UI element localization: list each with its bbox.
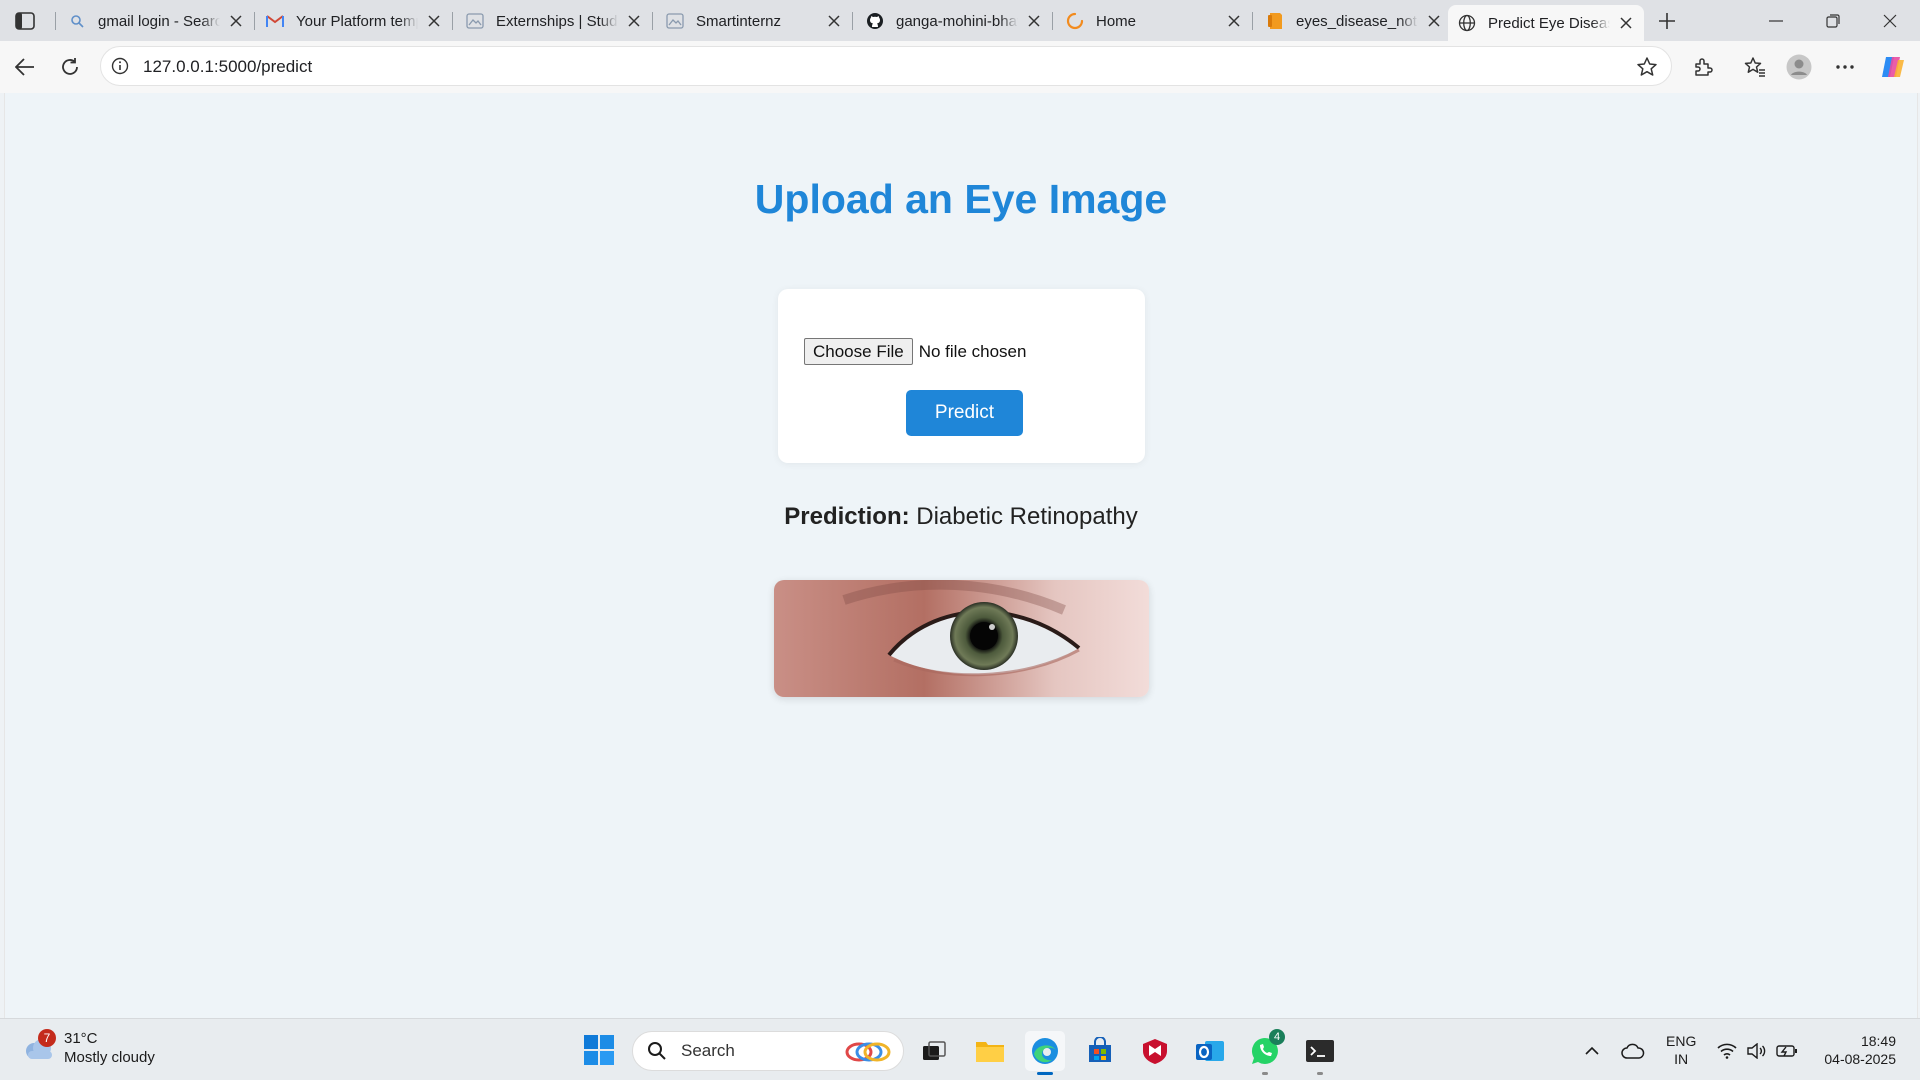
search-placeholder: Search bbox=[681, 1041, 735, 1060]
whatsapp-icon[interactable]: 4 bbox=[1245, 1029, 1285, 1075]
onedrive-cloud-icon[interactable] bbox=[1618, 1031, 1648, 1071]
close-window-button[interactable] bbox=[1862, 0, 1918, 41]
clock-date: 04-08-2025 bbox=[1824, 1051, 1896, 1067]
prediction-label: Prediction: bbox=[784, 503, 910, 530]
taskbar-search[interactable]: Search bbox=[632, 1031, 904, 1071]
profile-avatar[interactable] bbox=[1782, 50, 1816, 84]
upload-form: Choose File No file chosen Predict bbox=[778, 289, 1145, 463]
close-icon[interactable] bbox=[1024, 11, 1044, 31]
close-icon[interactable] bbox=[824, 11, 844, 31]
language-indicator[interactable]: ENG IN bbox=[1666, 1032, 1696, 1068]
temperature: 31°C bbox=[64, 1030, 98, 1047]
start-button[interactable] bbox=[582, 1033, 616, 1067]
battery-charging-icon[interactable] bbox=[1774, 1031, 1800, 1071]
close-icon[interactable] bbox=[424, 11, 444, 31]
refresh-button[interactable] bbox=[53, 50, 87, 84]
extensions-icon[interactable] bbox=[1686, 50, 1720, 84]
taskbar: 7 31°C Mostly cloudy Search 4 ENG IN 18:… bbox=[0, 1018, 1920, 1080]
search-highlight-icon bbox=[843, 1040, 893, 1064]
weather-alert-badge: 7 bbox=[38, 1029, 56, 1047]
site-info-icon[interactable] bbox=[110, 56, 130, 76]
back-button[interactable] bbox=[8, 50, 42, 84]
tab-title: Home bbox=[1096, 12, 1137, 30]
favorite-star-icon[interactable] bbox=[1635, 55, 1659, 79]
weather-widget[interactable]: 7 31°C Mostly cloudy bbox=[20, 1029, 155, 1067]
tab-title: Your Platform template bbox=[296, 12, 418, 30]
tab-platform-template[interactable]: Your Platform template bbox=[256, 5, 452, 37]
tab-title: Predict Eye Disease bbox=[1488, 14, 1610, 32]
tab-externships[interactable]: Externships | Student bbox=[456, 5, 652, 37]
url-text[interactable]: 127.0.0.1:5000/predict bbox=[143, 57, 312, 77]
microsoft-store-icon[interactable] bbox=[1080, 1031, 1120, 1071]
outlook-icon[interactable] bbox=[1190, 1031, 1230, 1071]
tab-predict-eye-disease[interactable]: Predict Eye Disease bbox=[1448, 5, 1644, 41]
whatsapp-badge: 4 bbox=[1269, 1029, 1285, 1045]
favorites-icon[interactable] bbox=[1738, 50, 1772, 84]
mcafee-icon[interactable] bbox=[1135, 1031, 1175, 1071]
image-placeholder-icon bbox=[466, 12, 484, 30]
browser-toolbar: 127.0.0.1:5000/predict bbox=[0, 41, 1920, 93]
image-placeholder-icon bbox=[666, 12, 684, 30]
more-options-icon[interactable] bbox=[1828, 50, 1862, 84]
edge-browser-icon[interactable] bbox=[1025, 1031, 1065, 1075]
tab-gmail-search[interactable]: gmail login - Search bbox=[58, 5, 254, 37]
search-icon bbox=[68, 12, 86, 30]
file-explorer-icon[interactable] bbox=[970, 1031, 1010, 1071]
loading-spinner-icon bbox=[1066, 12, 1084, 30]
tab-github[interactable]: ganga-mohini-bhavani bbox=[856, 5, 1052, 37]
copilot-icon[interactable] bbox=[1876, 50, 1910, 84]
tab-strip: gmail login - Search Your Platform templ… bbox=[0, 0, 1920, 41]
file-input[interactable]: Choose File No file chosen bbox=[804, 338, 1026, 365]
language-code: ENG bbox=[1666, 1033, 1697, 1049]
close-icon[interactable] bbox=[624, 11, 644, 31]
file-status-text: No file chosen bbox=[918, 341, 1027, 361]
tab-smartinternz[interactable]: Smartinternz bbox=[656, 5, 852, 37]
cloud-icon: 7 bbox=[20, 1029, 58, 1067]
globe-icon bbox=[1458, 14, 1476, 32]
restore-button[interactable] bbox=[1805, 0, 1861, 41]
close-icon[interactable] bbox=[1224, 11, 1244, 31]
tab-title: ganga-mohini-bhavani bbox=[896, 12, 1018, 30]
close-icon[interactable] bbox=[1616, 13, 1636, 33]
tab-notebook[interactable]: eyes_disease_notebook bbox=[1256, 5, 1452, 37]
choose-file-button[interactable]: Choose File bbox=[804, 338, 913, 365]
close-icon[interactable] bbox=[1424, 11, 1444, 31]
tab-title: eyes_disease_notebook bbox=[1296, 12, 1418, 30]
page-viewport: Upload an Eye Image Choose File No file … bbox=[4, 93, 1918, 1018]
tab-actions-icon[interactable] bbox=[12, 8, 38, 34]
tab-title: Smartinternz bbox=[696, 12, 782, 30]
weather-condition: Mostly cloudy bbox=[64, 1049, 155, 1066]
notebook-icon bbox=[1266, 12, 1284, 30]
uploaded-eye-image bbox=[774, 580, 1149, 697]
volume-icon[interactable] bbox=[1744, 1031, 1770, 1071]
show-hidden-icons-chevron-up-icon[interactable] bbox=[1580, 1031, 1604, 1071]
tab-title: Externships | Student bbox=[496, 12, 618, 30]
minimize-button[interactable] bbox=[1748, 0, 1804, 41]
predict-button[interactable]: Predict bbox=[906, 390, 1023, 436]
close-icon[interactable] bbox=[226, 11, 246, 31]
task-view-button[interactable] bbox=[914, 1031, 954, 1071]
gmail-icon bbox=[266, 12, 284, 30]
prediction-value: Diabetic Retinopathy bbox=[916, 503, 1138, 530]
clock-time: 18:49 bbox=[1860, 1033, 1896, 1049]
search-icon bbox=[645, 1039, 669, 1063]
tab-home[interactable]: Home bbox=[1056, 5, 1252, 37]
region-code: IN bbox=[1674, 1051, 1689, 1067]
system-clock[interactable]: 18:49 04-08-2025 bbox=[1812, 1032, 1896, 1068]
new-tab-button[interactable] bbox=[1652, 6, 1682, 36]
wifi-icon[interactable] bbox=[1714, 1031, 1740, 1071]
prediction-result: Prediction: Diabetic Retinopathy bbox=[5, 503, 1917, 531]
page-title: Upload an Eye Image bbox=[754, 176, 1168, 222]
tab-title: gmail login - Search bbox=[98, 12, 220, 30]
terminal-icon[interactable] bbox=[1300, 1031, 1340, 1075]
github-icon bbox=[866, 12, 884, 30]
address-bar[interactable]: 127.0.0.1:5000/predict bbox=[100, 46, 1672, 86]
